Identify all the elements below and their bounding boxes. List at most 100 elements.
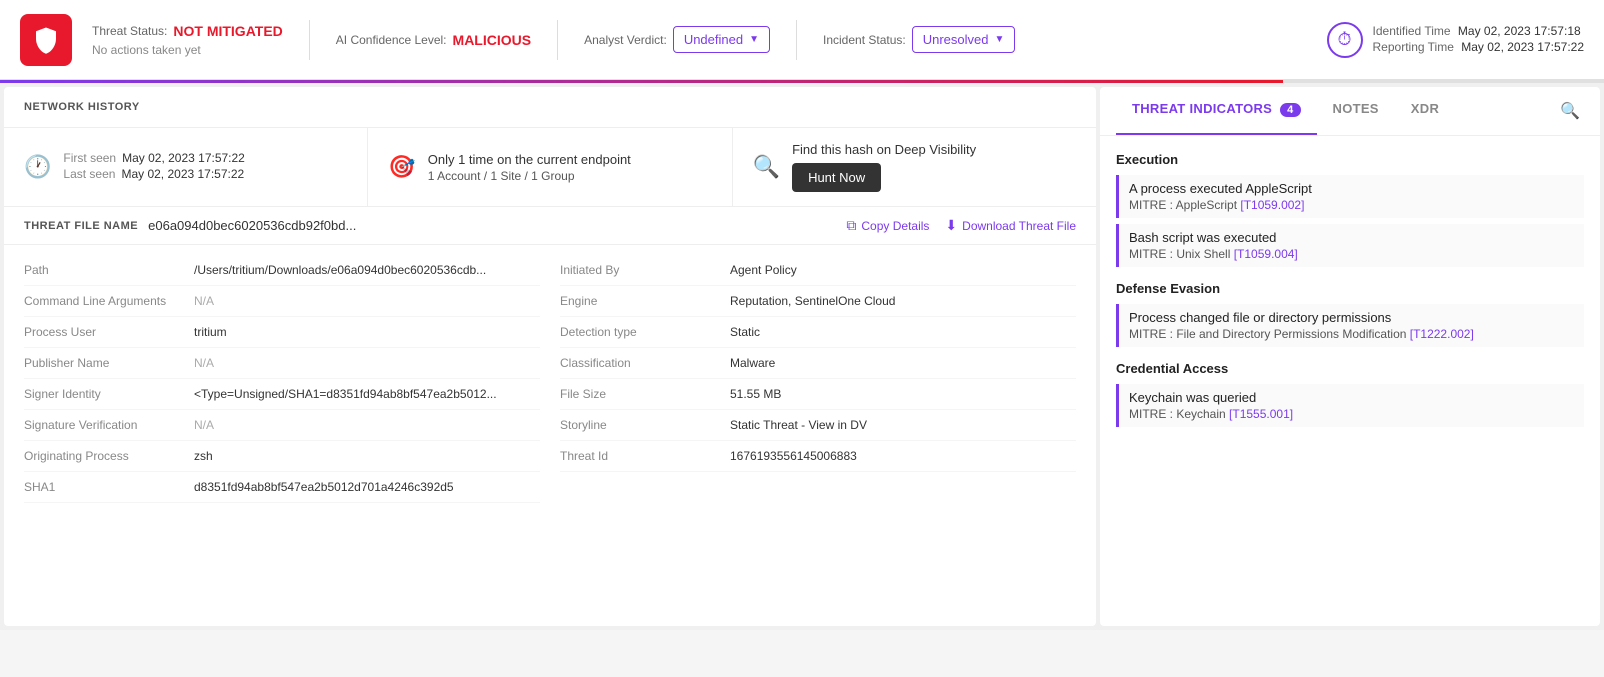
defense-evasion-section: Defense Evasion Process changed file or … <box>1116 281 1584 347</box>
details-right-col: Initiated By Agent Policy Engine Reputat… <box>560 255 1076 503</box>
threat-status-label: Threat Status: <box>92 24 167 38</box>
last-seen-value: May 02, 2023 17:57:22 <box>121 167 244 181</box>
reporting-time-label: Reporting Time <box>1373 40 1454 54</box>
timer-icon: ⏱ <box>1327 22 1363 58</box>
detail-originating: Originating Process zsh <box>24 441 540 472</box>
incident-status-label: Incident Status: <box>823 33 906 47</box>
hunt-now-button[interactable]: Hunt Now <box>792 163 881 192</box>
engine-value: Reputation, SentinelOne Cloud <box>730 294 895 308</box>
main-layout: NETWORK HISTORY 🕐 First seen May 02, 202… <box>0 83 1604 630</box>
clock-icon: 🕐 <box>24 154 51 180</box>
keychain-mitre: MITRE : Keychain [T1555.001] <box>1129 407 1574 421</box>
details-grid: Path /Users/tritium/Downloads/e06a094d0b… <box>4 245 1096 513</box>
header-bar: ! Threat Status: NOT MITIGATED No action… <box>0 0 1604 80</box>
analyst-verdict-selected: Undefined <box>684 32 743 47</box>
detail-threat-id: Threat Id 1676193556145006883 <box>560 441 1076 472</box>
path-label: Path <box>24 263 184 277</box>
cmd-label: Command Line Arguments <box>24 294 184 308</box>
detail-initiated: Initiated By Agent Policy <box>560 255 1076 286</box>
download-threat-file-button[interactable]: ⬇ Download Threat File <box>945 217 1076 234</box>
classification-label: Classification <box>560 356 720 370</box>
threat-file-header: THREAT FILE NAME e06a094d0bec6020536cdb9… <box>4 207 1096 245</box>
publisher-label: Publisher Name <box>24 356 184 370</box>
chevron-down-icon: ▼ <box>749 34 759 45</box>
threat-id-label: Threat Id <box>560 449 720 463</box>
incident-status-select[interactable]: Unresolved ▼ <box>912 26 1016 53</box>
mitre-link-T1222002[interactable]: [T1222.002] <box>1410 327 1474 341</box>
reporting-time-value: May 02, 2023 17:57:22 <box>1461 40 1584 54</box>
right-tabs: THREAT INDICATORS 4 NOTES XDR 🔍 <box>1100 87 1600 136</box>
defense-evasion-title: Defense Evasion <box>1116 281 1584 296</box>
threat-status-block: Threat Status: NOT MITIGATED No actions … <box>92 23 283 57</box>
stat-endpoint-text: Only 1 time on the current endpoint 1 Ac… <box>428 152 631 183</box>
tab-xdr-label: XDR <box>1411 101 1439 116</box>
details-left-col: Path /Users/tritium/Downloads/e06a094d0b… <box>24 255 540 503</box>
keychain-main: Keychain was queried <box>1129 390 1574 405</box>
search-icon: 🔍 <box>1560 101 1580 121</box>
detail-cmd: Command Line Arguments N/A <box>24 286 540 317</box>
divider-2 <box>557 20 558 60</box>
originating-label: Originating Process <box>24 449 184 463</box>
copy-details-label: Copy Details <box>861 219 929 233</box>
path-value: /Users/tritium/Downloads/e06a094d0bec602… <box>194 263 486 277</box>
copy-icon: ⧉ <box>846 217 856 234</box>
network-stat-hunt: 🔍 Find this hash on Deep Visibility Hunt… <box>733 128 1096 206</box>
chevron-down-icon-2: ▼ <box>994 34 1004 45</box>
deep-visibility-text: Find this hash on Deep Visibility <box>792 142 976 157</box>
left-panel: NETWORK HISTORY 🕐 First seen May 02, 202… <box>4 87 1096 626</box>
analyst-verdict-select[interactable]: Undefined ▼ <box>673 26 770 53</box>
process-user-label: Process User <box>24 325 184 339</box>
network-stat-endpoint: 🎯 Only 1 time on the current endpoint 1 … <box>368 128 732 206</box>
detail-storyline: Storyline Static Threat - View in DV <box>560 410 1076 441</box>
cmd-value: N/A <box>194 294 214 308</box>
publisher-value: N/A <box>194 356 214 370</box>
time-info: Identified Time May 02, 2023 17:57:18 Re… <box>1373 24 1584 56</box>
applescript-main: A process executed AppleScript <box>1129 181 1574 196</box>
tab-notes-label: NOTES <box>1333 101 1379 116</box>
classification-value: Malware <box>730 356 775 370</box>
tab-threat-indicators[interactable]: THREAT INDICATORS 4 <box>1116 87 1317 135</box>
network-stats: 🕐 First seen May 02, 2023 17:57:22 Last … <box>4 128 1096 207</box>
analyst-verdict-label: Analyst Verdict: <box>584 33 667 47</box>
file-permissions-mitre: MITRE : File and Directory Permissions M… <box>1129 327 1574 341</box>
indicators-search-button[interactable]: 🔍 <box>1556 87 1584 135</box>
identified-time-label: Identified Time <box>1373 24 1451 38</box>
detail-publisher: Publisher Name N/A <box>24 348 540 379</box>
analyst-verdict-block: Analyst Verdict: Undefined ▼ <box>584 26 770 53</box>
tab-spacer <box>1455 87 1556 135</box>
filesize-value: 51.55 MB <box>730 387 781 401</box>
indicator-item-bash: Bash script was executed MITRE : Unix Sh… <box>1116 224 1584 267</box>
filesize-label: File Size <box>560 387 720 401</box>
signer-value: <Type=Unsigned/SHA1=d8351fd94ab8bf547ea2… <box>194 387 497 401</box>
ai-confidence-value: MALICIOUS <box>453 32 532 48</box>
mitre-link-T1059002[interactable]: [T1059.002] <box>1240 198 1304 212</box>
target-icon: 🎯 <box>388 154 415 180</box>
tab-xdr[interactable]: XDR <box>1395 87 1455 135</box>
detection-label: Detection type <box>560 325 720 339</box>
detail-path: Path /Users/tritium/Downloads/e06a094d0b… <box>24 255 540 286</box>
tab-notes[interactable]: NOTES <box>1317 87 1395 135</box>
execution-title: Execution <box>1116 152 1584 167</box>
last-seen-label: Last seen <box>63 167 115 181</box>
credential-access-title: Credential Access <box>1116 361 1584 376</box>
mitre-link-T1059004[interactable]: [T1059.004] <box>1234 247 1298 261</box>
threat-status-value: NOT MITIGATED <box>173 23 282 39</box>
stat-seen-text: First seen May 02, 2023 17:57:22 Last se… <box>63 151 244 183</box>
detail-filesize: File Size 51.55 MB <box>560 379 1076 410</box>
file-permissions-main: Process changed file or directory permis… <box>1129 310 1574 325</box>
search-circle-icon: 🔍 <box>753 154 780 180</box>
applescript-mitre: MITRE : AppleScript [T1059.002] <box>1129 198 1574 212</box>
indicator-item-applescript: A process executed AppleScript MITRE : A… <box>1116 175 1584 218</box>
detail-signer: Signer Identity <Type=Unsigned/SHA1=d835… <box>24 379 540 410</box>
execution-section: Execution A process executed AppleScript… <box>1116 152 1584 267</box>
bash-main: Bash script was executed <box>1129 230 1574 245</box>
copy-details-button[interactable]: ⧉ Copy Details <box>846 217 929 234</box>
indicators-content: Execution A process executed AppleScript… <box>1100 136 1600 626</box>
first-seen-value: May 02, 2023 17:57:22 <box>122 151 245 165</box>
mitre-link-T1555001[interactable]: [T1555.001] <box>1229 407 1293 421</box>
originating-value: zsh <box>194 449 213 463</box>
initiated-value: Agent Policy <box>730 263 797 277</box>
divider-1 <box>309 20 310 60</box>
process-user-value: tritium <box>194 325 227 339</box>
detection-value: Static <box>730 325 760 339</box>
